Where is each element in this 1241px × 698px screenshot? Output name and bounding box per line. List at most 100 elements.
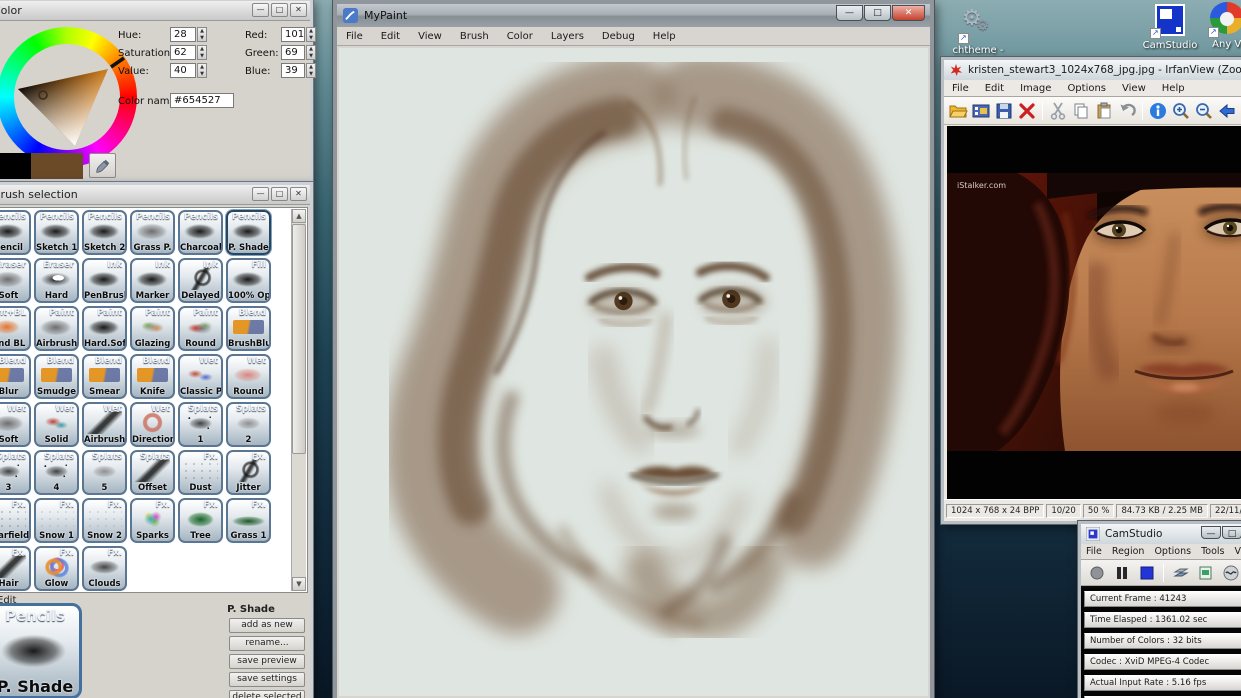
desktop-icon-any-video[interactable]: Any Vi	[1196, 2, 1241, 50]
desktop-icon-chtheme[interactable]: ⚙ ⚙ chtheme -	[946, 6, 1010, 56]
minimize-button[interactable]: —	[1201, 526, 1221, 539]
hue-field[interactable]: 28	[170, 27, 196, 42]
brush-tile[interactable]: Wet Classic P.	[178, 354, 223, 399]
menu-item[interactable]: Brush	[451, 31, 498, 42]
blue-spinner[interactable]: ▲ ▼	[306, 63, 316, 78]
menu-item[interactable]: File	[944, 83, 977, 94]
hue-ring[interactable]	[0, 27, 137, 167]
brush-tile[interactable]: Fx. Snow 1	[34, 498, 79, 543]
paste-icon[interactable]	[1094, 101, 1114, 121]
brush-window-titlebar[interactable]: Brush selection — □ ✕	[0, 185, 310, 205]
menu-item[interactable]: Tools	[1196, 546, 1229, 557]
swf-icon[interactable]	[1221, 563, 1241, 583]
region-icon[interactable]	[1171, 563, 1191, 583]
brush-tile[interactable]: Blend Knife	[130, 354, 175, 399]
brush-action-button[interactable]: add as new	[229, 618, 305, 633]
brush-list-scrollbar[interactable]: ▲ ▼	[291, 209, 306, 591]
brush-tile[interactable]: Blend Smear	[82, 354, 127, 399]
color-window-titlebar[interactable]: Color — □ ✕	[0, 1, 310, 21]
brush-tile[interactable]: Paint Hard.Soft	[82, 306, 127, 351]
menu-item[interactable]: View	[409, 31, 451, 42]
menu-item[interactable]: Debug	[593, 31, 644, 42]
slideshow-icon[interactable]	[971, 101, 991, 121]
saturation-field[interactable]: 62	[170, 45, 196, 60]
brush-tile[interactable]: Fx. Tree	[178, 498, 223, 543]
zoom-in-icon[interactable]	[1171, 101, 1191, 121]
hue-spinner[interactable]: ▲ ▼	[197, 27, 207, 42]
menu-item[interactable]: Image	[1012, 83, 1059, 94]
brush-tile[interactable]: Pencils Sketch 2	[82, 210, 127, 255]
close-button[interactable]: ✕	[892, 5, 925, 21]
red-spinner[interactable]: ▲ ▼	[306, 27, 316, 42]
brush-action-button[interactable]: delete selected	[229, 690, 305, 698]
brush-tile[interactable]: Blend Blur	[0, 354, 31, 399]
maximize-button[interactable]: □	[1222, 526, 1241, 539]
brush-tile[interactable]: Splats 1	[178, 402, 223, 447]
menu-item[interactable]: Edit	[372, 31, 409, 42]
scrollbar-thumb[interactable]	[292, 224, 306, 454]
brush-tile[interactable]: Ink PenBrush	[82, 258, 127, 303]
menu-item[interactable]: Edit	[977, 83, 1012, 94]
zoom-out-icon[interactable]	[1194, 101, 1214, 121]
red-field[interactable]: 101	[281, 27, 305, 42]
close-button[interactable]: ✕	[290, 187, 307, 201]
brush-tile[interactable]: Fx. Sparks	[130, 498, 175, 543]
irfanview-titlebar[interactable]: kristen_stewart3_1024x768_jpg.jpg - Irfa…	[944, 60, 1241, 80]
brush-tile[interactable]: Splats 3	[0, 450, 31, 495]
menu-item[interactable]: View	[1114, 83, 1154, 94]
brush-tile[interactable]: Fx. Snow 2	[82, 498, 127, 543]
info-icon[interactable]	[1148, 101, 1168, 121]
copy-icon[interactable]	[1071, 101, 1091, 121]
record-icon[interactable]	[1087, 563, 1107, 583]
scroll-up-icon[interactable]: ▲	[292, 209, 306, 223]
brush-tile[interactable]: Splats Offset	[130, 450, 175, 495]
maximize-button[interactable]: □	[271, 3, 288, 17]
image-viewport[interactable]: iStalker.com	[947, 126, 1241, 501]
mypaint-canvas[interactable]	[339, 48, 928, 696]
brush-tile[interactable]: Splats 4	[34, 450, 79, 495]
mypaint-titlebar[interactable]: MyPaint — □ ✕	[337, 4, 930, 27]
menu-item[interactable]: File	[1081, 546, 1107, 557]
brush-tile[interactable]: Splats 5	[82, 450, 127, 495]
camstudio-titlebar[interactable]: CamStudio — □	[1081, 524, 1241, 544]
brush-tile[interactable]: Wet Direction	[130, 402, 175, 447]
menu-item[interactable]: Layers	[542, 31, 593, 42]
brush-tile[interactable]: Pencils Sketch 1	[34, 210, 79, 255]
menu-item[interactable]: Options	[1149, 546, 1196, 557]
close-button[interactable]: ✕	[290, 3, 307, 17]
menu-item[interactable]: View	[1230, 546, 1241, 557]
hsv-triangle[interactable]	[0, 27, 137, 167]
undo-icon[interactable]	[1117, 101, 1137, 121]
maximize-button[interactable]: □	[271, 187, 288, 201]
brush-tile[interactable]: Blend BrushBlur	[226, 306, 271, 351]
brush-tile[interactable]: Fx. Dust	[178, 450, 223, 495]
brush-tile[interactable]: Splats 2	[226, 402, 271, 447]
brush-tile[interactable]: Fx. Grass 1	[226, 498, 271, 543]
stop-icon[interactable]	[1137, 563, 1157, 583]
brush-tile[interactable]: Fx. Glow	[34, 546, 79, 591]
brush-tile[interactable]: Paint+BL Rnd BL	[0, 306, 31, 351]
value-spinner[interactable]: ▲ ▼	[197, 63, 207, 78]
hue-marker[interactable]	[110, 56, 125, 69]
video-annotation-icon[interactable]	[1196, 563, 1216, 583]
brush-tile[interactable]: Wet Airbrush	[82, 402, 127, 447]
brush-action-button[interactable]: save preview	[229, 654, 305, 669]
menu-item[interactable]: Help	[1154, 83, 1193, 94]
pause-icon[interactable]	[1112, 563, 1132, 583]
brush-tile[interactable]: Wet Soft	[0, 402, 31, 447]
minimize-button[interactable]: —	[836, 5, 863, 21]
cut-icon[interactable]	[1048, 101, 1068, 121]
brush-tile[interactable]: Fx. Jitter	[226, 450, 271, 495]
brush-tile[interactable]: Pencils Pencil	[0, 210, 31, 255]
brush-tile[interactable]: Paint Glazing	[130, 306, 175, 351]
brush-action-button[interactable]: save settings	[229, 672, 305, 687]
brush-tile[interactable]: Eraser Soft	[0, 258, 31, 303]
scroll-down-icon[interactable]: ▼	[292, 577, 306, 591]
brush-tile[interactable]: Wet Solid	[34, 402, 79, 447]
menu-item[interactable]: Color	[498, 31, 542, 42]
prev-image-icon[interactable]	[1217, 101, 1237, 121]
delete-icon[interactable]	[1017, 101, 1037, 121]
menu-item[interactable]: Help	[644, 31, 685, 42]
value-field[interactable]: 40	[170, 63, 196, 78]
open-icon[interactable]	[948, 101, 968, 121]
